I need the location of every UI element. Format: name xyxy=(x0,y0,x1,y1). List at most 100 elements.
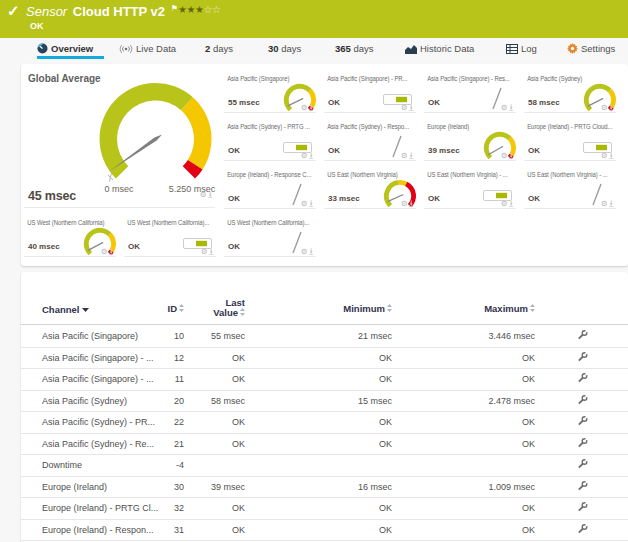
channel-tile-value: 40 msec xyxy=(28,242,60,251)
table-row: Europe (Ireland) - PRTG Cl...32OKOKOK xyxy=(21,498,628,520)
tile-pin-icon xyxy=(609,201,613,207)
tab-log[interactable]: Log xyxy=(506,43,537,59)
tab-30-days[interactable]: 30 days xyxy=(268,43,301,59)
channel-tile-icons[interactable] xyxy=(501,152,514,158)
channel-settings-wrench-icon[interactable] xyxy=(571,330,593,343)
channel-tile[interactable]: US West (Northern California)40 msec xyxy=(24,210,116,257)
channel-tile[interactable]: US West (Northern California)...OK xyxy=(124,210,216,257)
column-header-maximum[interactable]: Maximum xyxy=(392,303,535,315)
channel-tile-icons[interactable] xyxy=(301,152,314,158)
channel-tile[interactable]: Europe (Ireland) - Response C...OK xyxy=(224,162,316,209)
channel-tile-icons[interactable] xyxy=(301,248,314,254)
gear-icon xyxy=(567,43,578,56)
channel-tile[interactable]: Asia Pacific (Sydney)58 msec xyxy=(524,66,616,113)
table-row: Asia Pacific (Singapore)1055 msec21 msec… xyxy=(21,326,628,348)
channel-tile-icons[interactable] xyxy=(601,152,614,158)
tab-historic-data[interactable]: Historic Data xyxy=(405,43,474,59)
channel-tile[interactable]: Asia Pacific (Sydney) - Respo...OK xyxy=(324,114,416,161)
channel-tile-icons[interactable] xyxy=(401,104,414,110)
channel-tile[interactable]: Asia Pacific (Singapore) - Res...OK xyxy=(424,66,516,113)
channel-tile[interactable]: Asia Pacific (Singapore)55 msec xyxy=(224,66,316,113)
channel-settings-wrench-icon[interactable] xyxy=(571,480,593,493)
cell-minimum: OK xyxy=(245,374,392,384)
channel-tile-icons[interactable] xyxy=(301,104,314,110)
cell-minimum: OK xyxy=(245,503,392,513)
chart-icon xyxy=(405,44,417,56)
channel-tile-icons[interactable] xyxy=(401,152,414,158)
channel-tile-value: 39 msec xyxy=(428,146,460,155)
cell-minimum: 16 msec xyxy=(245,482,392,492)
channel-settings-wrench-icon[interactable] xyxy=(571,459,593,472)
global-tile-icons[interactable] xyxy=(200,184,213,202)
channel-tile[interactable]: US East (Northern Virginia) - ...OK xyxy=(524,162,616,209)
channel-tile-icons[interactable] xyxy=(301,200,314,206)
channel-tile-title: Europe (Ireland) - PRTG Cloud... xyxy=(524,114,620,131)
cell-minimum: 21 msec xyxy=(245,331,392,341)
channel-tile[interactable]: Europe (Ireland)39 msec xyxy=(424,114,516,161)
sort-desc-icon xyxy=(82,303,89,314)
tab-settings[interactable]: Settings xyxy=(567,43,615,59)
table-row: Asia Pacific (Sydney)2058 msec15 msec2.4… xyxy=(21,391,628,413)
tile-pin-icon xyxy=(409,105,413,111)
channel-tile-icons[interactable] xyxy=(501,104,514,110)
channel-settings-wrench-icon[interactable] xyxy=(571,502,593,515)
cell-last-value: OK xyxy=(184,374,245,384)
cell-minimum: OK xyxy=(245,439,392,449)
channel-settings-wrench-icon[interactable] xyxy=(571,373,593,386)
priority-stars[interactable]: ★★★☆☆ xyxy=(178,4,220,15)
table-row: Europe (Ireland)3039 msec16 msec1.009 ms… xyxy=(21,477,628,499)
tile-pin-icon xyxy=(209,249,213,255)
cell-id: -4 xyxy=(141,460,184,470)
cell-maximum: 2.478 msec xyxy=(392,396,535,406)
column-header-id[interactable]: ID xyxy=(141,303,184,315)
gauge-min-label: 0 msec xyxy=(104,184,133,194)
channel-tile[interactable]: Europe (Ireland) - PRTG Cloud...OK xyxy=(524,114,616,161)
channel-settings-wrench-icon[interactable] xyxy=(571,416,593,429)
channel-tile[interactable]: US West (Northern California)...OK xyxy=(224,210,316,257)
channel-settings-wrench-icon[interactable] xyxy=(571,394,593,407)
column-header-channel[interactable]: Channel xyxy=(42,303,89,315)
channel-tile[interactable]: US East (Northern Virginia) - ...OK xyxy=(424,162,516,209)
channel-tile-icons[interactable] xyxy=(601,200,614,206)
channel-tile-title: Asia Pacific (Sydney) xyxy=(524,66,620,83)
global-average-tile: Global Average 0 msec 5.250 msec 45 msec xyxy=(24,65,215,208)
channel-tile-icons[interactable] xyxy=(501,200,514,206)
tab-2-days[interactable]: 2 days xyxy=(205,43,233,59)
tile-gear-icon xyxy=(402,201,406,205)
status-check-icon: ✓ xyxy=(7,2,20,20)
cell-maximum: 1.009 msec xyxy=(392,482,535,492)
tab-365-days[interactable]: 365 days xyxy=(335,43,374,59)
tile-gear-icon xyxy=(302,105,306,109)
channel-tile-icons[interactable] xyxy=(401,200,414,206)
channel-tile-icons[interactable] xyxy=(101,248,114,254)
column-header-last-value[interactable]: LastValue xyxy=(184,298,245,319)
table-row: Asia Pacific (Singapore) - ...11OKOKOK xyxy=(21,369,628,391)
channel-tile-icons[interactable] xyxy=(601,104,614,110)
channel-settings-wrench-icon[interactable] xyxy=(571,437,593,450)
table-row: Downtime-4 xyxy=(21,455,628,477)
channel-tile-icons[interactable] xyxy=(201,248,214,254)
tab-live-data[interactable]: Live Data xyxy=(119,43,176,59)
cell-id: 32 xyxy=(141,503,184,513)
cell-maximum: OK xyxy=(392,374,535,384)
cell-id: 30 xyxy=(141,482,184,492)
tile-pin-icon xyxy=(609,105,613,111)
tile-gear-icon xyxy=(302,201,306,205)
channel-tile[interactable]: US East (Northern Virginia)33 msec xyxy=(324,162,416,209)
channel-tile-title: US East (Northern Virginia) xyxy=(324,162,420,179)
tile-gear-icon xyxy=(201,192,205,196)
tile-gear-icon xyxy=(402,153,406,157)
channel-tile[interactable]: Asia Pacific (Sydney) - PRTG ...OK xyxy=(224,114,316,161)
channel-tile-title: Europe (Ireland) - Response C... xyxy=(224,162,320,179)
channel-settings-wrench-icon[interactable] xyxy=(571,351,593,364)
tile-pin-icon xyxy=(309,153,313,159)
channel-settings-wrench-icon[interactable] xyxy=(571,523,593,536)
table-row: Asia Pacific (Singapore) - ...12OKOKOK xyxy=(21,348,628,370)
channel-tile-value: OK xyxy=(328,146,340,155)
channel-tile[interactable]: Asia Pacific (Singapore) - PR...OK xyxy=(324,66,416,113)
sensor-title: Cloud HTTP v2 xyxy=(73,4,165,19)
column-header-minimum[interactable]: Minimum xyxy=(245,303,392,315)
table-row: Asia Pacific (Sydney) - Re...21OKOKOK xyxy=(21,434,628,456)
cell-id: 10 xyxy=(141,331,184,341)
tile-pin-icon xyxy=(309,249,313,255)
